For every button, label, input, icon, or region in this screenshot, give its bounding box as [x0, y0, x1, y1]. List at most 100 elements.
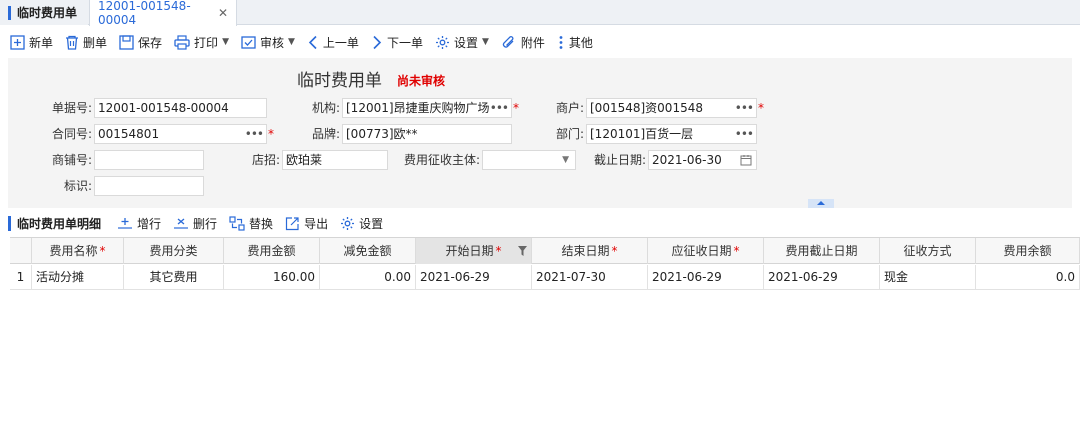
close-icon[interactable]: ✕ [218, 6, 228, 20]
delete-row-icon [174, 218, 189, 229]
merchant-field[interactable]: [001548]资001548 ••• [586, 98, 757, 118]
sign-field[interactable]: 欧珀莱 [282, 150, 388, 170]
doc-no-field[interactable]: 12001-001548-00004 [94, 98, 267, 118]
org-field[interactable]: [12001]昂捷重庆购物广场 ••• [342, 98, 512, 118]
detail-toolbar: 临时费用单明细 增行 删行 替换 导出 设置 [8, 211, 1072, 235]
column-header-discount[interactable]: 减免金额 [320, 238, 416, 264]
sign-label: 店招: [251, 153, 280, 167]
column-header-fee-category[interactable]: 费用分类 [124, 238, 224, 264]
fee-subject-select[interactable]: ▼ [482, 150, 576, 170]
collapse-toggle[interactable] [808, 199, 834, 208]
settings-label: 设置 [453, 35, 478, 50]
column-header-start-date[interactable]: 开始日期 * [416, 238, 532, 264]
status-badge: 尚未审核 [397, 74, 446, 88]
deadline-label: 截止日期: [593, 153, 646, 167]
delete-row-button[interactable]: 删行 [173, 215, 217, 232]
column-header-due-date[interactable]: 应征收日期 * [648, 238, 764, 264]
detail-section-title: 临时费用单明细 [8, 215, 101, 232]
contract-field[interactable]: 00154801 ••• [94, 124, 267, 144]
prev-label: 上一单 [322, 35, 359, 50]
column-header-fee-name[interactable]: 费用名称 * [32, 238, 124, 264]
save-button[interactable]: 保存 [119, 31, 162, 53]
merchant-label: 商户: [555, 101, 584, 115]
filter-icon[interactable] [518, 246, 527, 256]
shop-no-field[interactable] [94, 150, 204, 170]
tab-label: 临时费用单 [17, 6, 78, 20]
brand-field[interactable]: [00773]欧** [342, 124, 512, 144]
cell-fee-name[interactable]: 活动分摊 [32, 265, 124, 290]
cell-end-date[interactable]: 2021-07-30 [532, 265, 648, 290]
detail-settings-button[interactable]: 设置 [340, 215, 383, 232]
more-horizontal-icon[interactable]: ••• [490, 99, 509, 117]
cell-balance[interactable]: 0.0 [976, 265, 1080, 290]
page-title: 临时费用单 [297, 71, 382, 91]
printer-icon [174, 34, 190, 50]
delete-row-label: 删行 [193, 216, 218, 231]
chevron-left-icon [308, 35, 317, 49]
replace-label: 替换 [249, 216, 274, 231]
attach-button[interactable]: 附件 [501, 31, 545, 53]
header-form: 临时费用单 尚未审核 单据号: 12001-001548-00004 机构: [… [8, 58, 1072, 208]
detail-grid: 费用名称 * 费用分类 费用金额 减免金额 开始日期 * 结束日期 * 应征收日期 * … [10, 237, 1080, 447]
contract-label: 合同号: [51, 127, 92, 141]
cell-fee-category[interactable]: 其它费用 [124, 265, 224, 290]
add-row-button[interactable]: 增行 [117, 215, 161, 232]
merchant-value: [001548]资001548 [590, 101, 703, 115]
add-row-label: 增行 [137, 216, 162, 231]
print-button[interactable]: 打印 ▼ [174, 31, 229, 53]
cell-discount[interactable]: 0.00 [320, 265, 416, 290]
next-button[interactable]: 下一单 [371, 31, 423, 53]
delete-button[interactable]: 删单 [65, 31, 107, 53]
required-mark: * [758, 101, 764, 115]
more-horizontal-icon[interactable]: ••• [735, 125, 754, 143]
sign-value: 欧珀莱 [286, 153, 323, 167]
dept-label: 部门: [555, 127, 584, 141]
cell-method[interactable]: 现金 [880, 265, 976, 290]
plus-box-icon [10, 34, 25, 50]
column-header-method[interactable]: 征收方式 [880, 238, 976, 264]
print-label: 打印 [194, 35, 219, 50]
replace-button[interactable]: 替换 [229, 215, 273, 232]
cell-due-date[interactable]: 2021-06-29 [648, 265, 764, 290]
more-horizontal-icon[interactable]: ••• [245, 125, 264, 143]
shop-no-label: 商铺号: [51, 153, 92, 167]
required-mark: * [513, 101, 519, 115]
new-button[interactable]: 新单 [10, 31, 53, 53]
column-header-fee-amount[interactable]: 费用金额 [224, 238, 320, 264]
deadline-value: 2021-06-30 [652, 153, 722, 167]
brand-value: [00773]欧** [346, 127, 418, 141]
export-button[interactable]: 导出 [285, 215, 328, 232]
column-header-cutoff-date[interactable]: 费用截止日期 [764, 238, 880, 264]
dept-field[interactable]: [120101]百货一层 ••• [586, 124, 757, 144]
save-icon [119, 34, 134, 50]
tab-temp-fee-list[interactable]: 临时费用单 [0, 0, 88, 25]
more-vertical-icon [559, 35, 563, 49]
column-header-end-date[interactable]: 结束日期 * [532, 238, 648, 264]
tab-label: 12001-001548-00004 [98, 0, 191, 27]
review-icon [241, 35, 256, 49]
paperclip-icon [502, 35, 514, 48]
deadline-field[interactable]: 2021-06-30 [648, 150, 757, 170]
trash-icon [66, 35, 79, 50]
cell-cutoff-date[interactable]: 2021-06-29 [764, 265, 880, 290]
cell-start-date[interactable]: 2021-06-29 [416, 265, 532, 290]
toolbar: 新单 删单 保存 打印 ▼ 审核 ▼ 上一单 下一单 设置 ▼ 附件 其他 [0, 26, 1080, 58]
detail-title-label: 临时费用单明细 [17, 216, 102, 231]
section-accent [8, 215, 11, 231]
replace-icon [229, 215, 245, 231]
column-header-balance[interactable]: 费用余额 [976, 238, 1080, 264]
calendar-icon[interactable] [740, 154, 752, 166]
more-button[interactable]: 其他 [557, 31, 593, 53]
review-button[interactable]: 审核 ▼ [241, 31, 295, 53]
settings-button[interactable]: 设置 ▼ [435, 31, 489, 53]
prev-button[interactable]: 上一单 [307, 31, 359, 53]
row-number-header [10, 238, 32, 264]
tab-document[interactable]: 12001-001548-00004 ✕ [89, 0, 237, 27]
tag-field[interactable] [94, 176, 204, 196]
table-row[interactable]: 1 活动分摊 其它费用 160.00 0.00 2021-06-29 2021-… [10, 265, 1080, 290]
tab-accent [8, 5, 11, 20]
more-horizontal-icon[interactable]: ••• [735, 99, 754, 117]
grid-header: 费用名称 * 费用分类 费用金额 减免金额 开始日期 * 结束日期 * 应征收日期 * … [10, 238, 1080, 264]
gear-icon [341, 216, 355, 230]
cell-fee-amount[interactable]: 160.00 [224, 265, 320, 290]
